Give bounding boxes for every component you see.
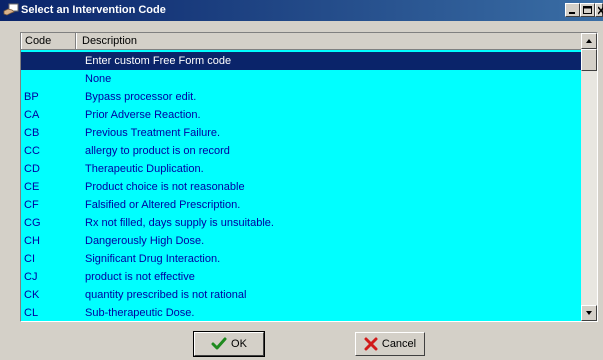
cancel-button[interactable]: Cancel bbox=[355, 332, 425, 356]
description-cell: Prior Adverse Reaction. bbox=[85, 109, 201, 121]
list-item[interactable]: CD Therapeutic Duplication. bbox=[21, 160, 581, 178]
hand-card-icon bbox=[3, 3, 19, 17]
list-item[interactable]: CG Rx not filled, days supply is unsuitab… bbox=[21, 214, 581, 232]
list-item[interactable]: CJ product is not effective bbox=[21, 268, 581, 286]
red-x-icon bbox=[364, 337, 378, 351]
description-cell: Falsified or Altered Prescription. bbox=[85, 199, 241, 211]
maximize-icon bbox=[583, 6, 592, 14]
description-cell: allergy to product is on record bbox=[85, 145, 230, 157]
description-cell: Bypass processor edit. bbox=[85, 91, 197, 103]
list-item[interactable]: Enter custom Free Form code bbox=[21, 52, 581, 70]
code-cell: CE bbox=[24, 181, 40, 193]
list-item[interactable]: CB Previous Treatment Failure. bbox=[21, 124, 581, 142]
list-item[interactable]: CL Sub-therapeutic Dose. bbox=[21, 304, 581, 321]
description-cell: Enter custom Free Form code bbox=[85, 55, 232, 67]
list-item[interactable]: CA Prior Adverse Reaction. bbox=[21, 106, 581, 124]
list-item[interactable]: CE Product choice is not reasonable bbox=[21, 178, 581, 196]
arrow-down-icon bbox=[586, 311, 592, 315]
list-item[interactable]: CC allergy to product is on record bbox=[21, 142, 581, 160]
list-viewport: Code Description Enter custom Free Form … bbox=[21, 33, 581, 321]
intervention-code-dialog: Select an Intervention Code Code Descrip… bbox=[0, 0, 603, 360]
code-cell: CC bbox=[24, 145, 40, 157]
arrow-up-icon bbox=[586, 39, 592, 43]
maximize-button[interactable] bbox=[580, 3, 595, 17]
vertical-scrollbar[interactable] bbox=[581, 33, 597, 321]
title-bar[interactable]: Select an Intervention Code bbox=[0, 0, 603, 21]
ok-button[interactable]: OK bbox=[193, 331, 265, 357]
list-item[interactable]: None bbox=[21, 70, 581, 88]
list-item[interactable]: CF Falsified or Altered Prescription. bbox=[21, 196, 581, 214]
code-cell: CI bbox=[24, 253, 35, 265]
list-header: Code Description bbox=[21, 33, 581, 50]
scroll-down-button[interactable] bbox=[581, 305, 597, 321]
description-cell: product is not effective bbox=[85, 271, 195, 283]
close-icon bbox=[598, 6, 603, 15]
column-header-code[interactable]: Code bbox=[21, 33, 76, 49]
cancel-label: Cancel bbox=[381, 338, 417, 350]
scroll-up-button[interactable] bbox=[581, 33, 597, 49]
intervention-code-list[interactable]: Code Description Enter custom Free Form … bbox=[20, 32, 598, 322]
description-cell: None bbox=[85, 73, 112, 85]
window-title: Select an Intervention Code bbox=[21, 4, 166, 16]
code-cell: CH bbox=[24, 235, 40, 247]
code-cell: CD bbox=[24, 163, 40, 175]
code-cell: CL bbox=[24, 307, 39, 319]
close-button[interactable] bbox=[595, 3, 603, 17]
description-cell: Therapeutic Duplication. bbox=[85, 163, 204, 175]
code-cell: CF bbox=[24, 199, 39, 211]
minimize-icon bbox=[569, 12, 575, 14]
list-item[interactable]: CH Dangerously High Dose. bbox=[21, 232, 581, 250]
code-cell: CJ bbox=[24, 271, 38, 283]
window-controls bbox=[565, 3, 603, 18]
description-cell: quantity prescribed is not rational bbox=[85, 289, 247, 301]
list-item[interactable]: BP Bypass processor edit. bbox=[21, 88, 581, 106]
scroll-thumb[interactable] bbox=[581, 49, 597, 71]
column-header-description[interactable]: Description bbox=[76, 33, 581, 49]
list-item[interactable]: CK quantity prescribed is not rational bbox=[21, 286, 581, 304]
description-cell: Dangerously High Dose. bbox=[85, 235, 205, 247]
checkmark-icon bbox=[211, 337, 227, 350]
description-cell: Previous Treatment Failure. bbox=[85, 127, 221, 139]
description-cell: Product choice is not reasonable bbox=[85, 181, 245, 193]
description-cell: Rx not filled, days supply is unsuitable… bbox=[85, 217, 274, 229]
ok-label: OK bbox=[231, 338, 247, 350]
code-cell: BP bbox=[24, 91, 39, 103]
code-cell: CB bbox=[24, 127, 40, 139]
code-cell: CA bbox=[24, 109, 40, 121]
list-rows: Enter custom Free Form code None BP Bypass … bbox=[21, 52, 581, 321]
minimize-button[interactable] bbox=[565, 3, 580, 17]
description-cell: Significant Drug Interaction. bbox=[85, 253, 221, 265]
code-cell: CK bbox=[24, 289, 40, 301]
code-cell: CG bbox=[24, 217, 41, 229]
description-cell: Sub-therapeutic Dose. bbox=[85, 307, 195, 319]
list-item[interactable]: CI Significant Drug Interaction. bbox=[21, 250, 581, 268]
